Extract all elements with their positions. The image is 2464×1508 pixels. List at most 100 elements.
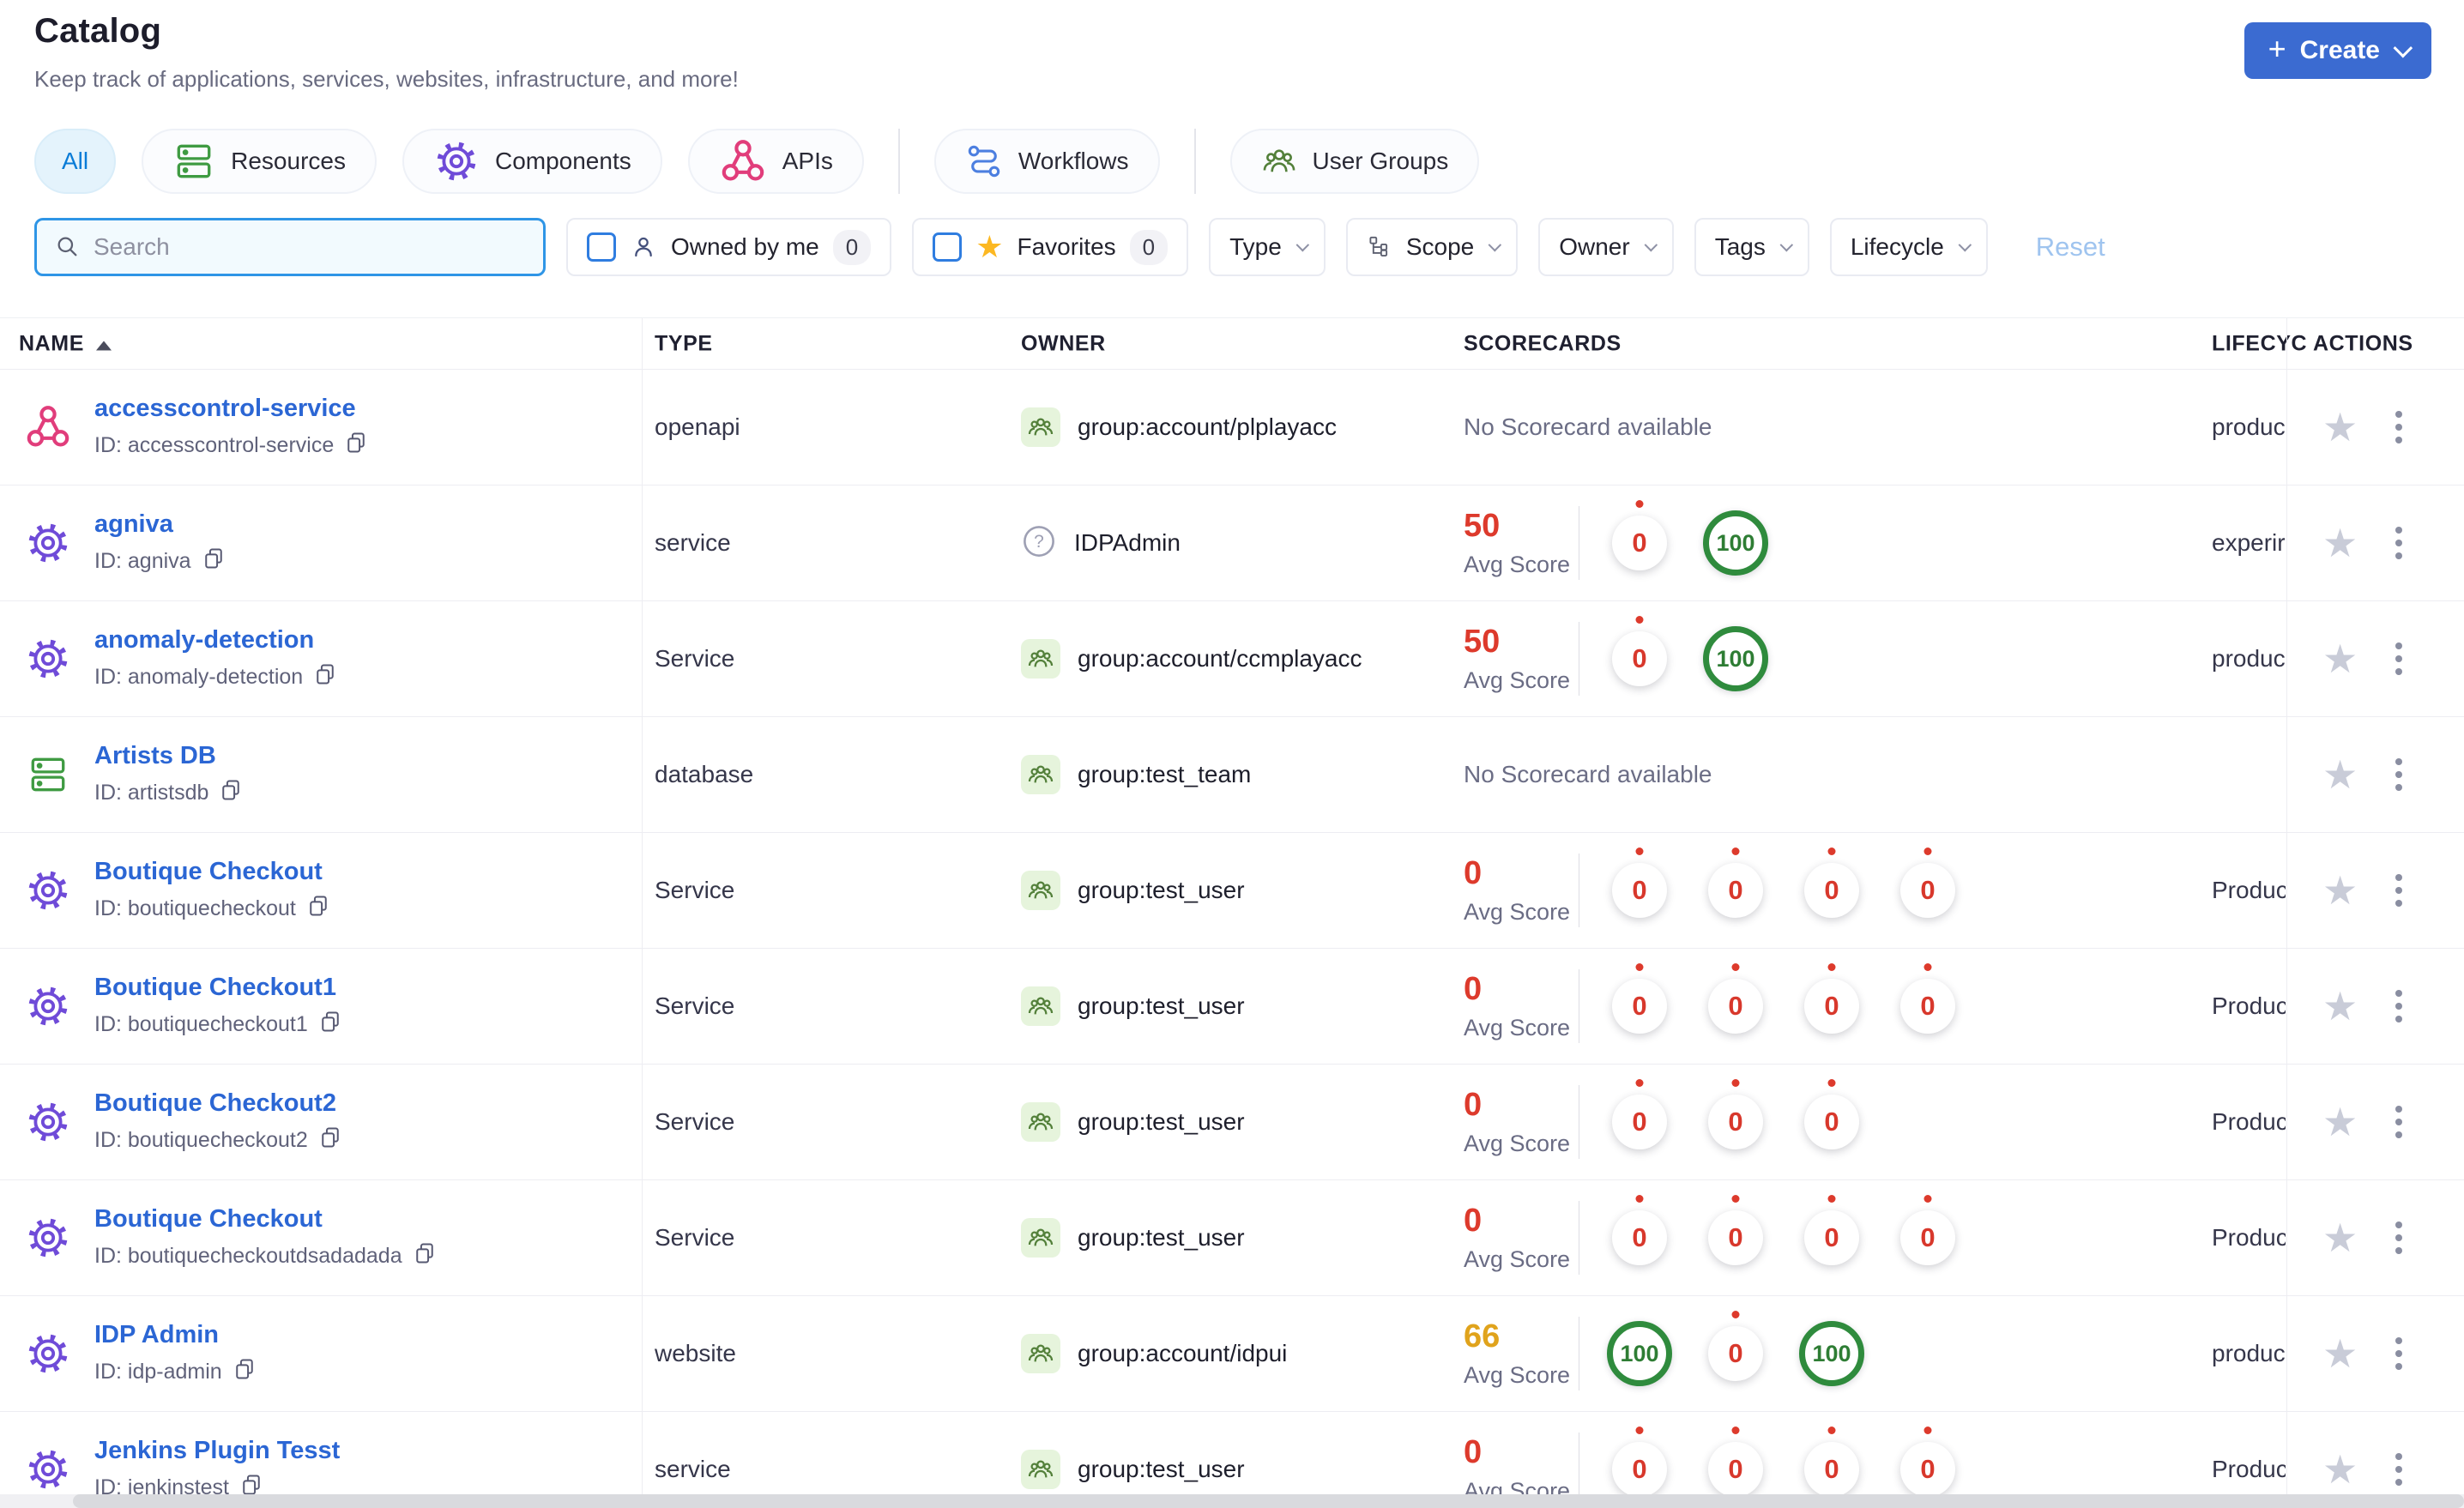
copy-icon[interactable] bbox=[318, 1125, 342, 1149]
entity-name-link[interactable]: Jenkins Plugin Tesst bbox=[94, 1437, 340, 1465]
tab-all[interactable]: All bbox=[34, 129, 117, 194]
copy-icon[interactable] bbox=[413, 1241, 437, 1265]
copy-icon[interactable] bbox=[344, 431, 368, 455]
copy-id-button[interactable] bbox=[202, 546, 226, 576]
column-header-owner[interactable]: OWNER bbox=[1021, 331, 1106, 356]
entity-name-link[interactable]: IDP Admin bbox=[94, 1321, 257, 1349]
scorecard-badge[interactable]: 0 bbox=[1784, 833, 1880, 949]
copy-id-button[interactable] bbox=[313, 662, 337, 692]
column-header-type[interactable]: TYPE bbox=[655, 331, 713, 356]
scorecard-badge[interactable]: 0 bbox=[1591, 486, 1688, 601]
scorecard-badge[interactable]: 0 bbox=[1784, 1180, 1880, 1296]
favorite-star-button[interactable]: ★ bbox=[2322, 1218, 2358, 1258]
favorite-star-button[interactable]: ★ bbox=[2322, 407, 2358, 447]
tab-components[interactable]: Components bbox=[402, 129, 662, 194]
create-button[interactable]: + Create bbox=[2244, 22, 2431, 79]
scorecard-badge[interactable]: 0 bbox=[1591, 1065, 1688, 1180]
copy-id-button[interactable] bbox=[413, 1241, 437, 1271]
favorite-star-button[interactable]: ★ bbox=[2322, 639, 2358, 679]
row-menu-button[interactable] bbox=[2390, 406, 2407, 449]
column-header-scorecards[interactable]: SCORECARDS bbox=[1464, 331, 1622, 356]
entity-type-icon bbox=[24, 1214, 72, 1262]
copy-icon[interactable] bbox=[202, 546, 226, 570]
row-menu-button[interactable] bbox=[2390, 637, 2407, 680]
favorite-star-button[interactable]: ★ bbox=[2322, 1450, 2358, 1489]
copy-icon[interactable] bbox=[318, 1010, 342, 1034]
row-menu-button[interactable] bbox=[2390, 1216, 2407, 1259]
owned-by-me-checkbox[interactable] bbox=[587, 232, 616, 262]
scorecard-badge[interactable]: 0 bbox=[1591, 601, 1688, 717]
avg-score-value: 50 bbox=[1464, 624, 1501, 660]
entity-name-link[interactable]: accesscontrol-service bbox=[94, 395, 368, 423]
scorecard-badge[interactable]: 0 bbox=[1880, 1180, 1976, 1296]
table-row: Artists DB ID: artistsdb database group:… bbox=[0, 717, 2464, 833]
entity-name-link[interactable]: anomaly-detection bbox=[94, 626, 337, 654]
scorecard-badge[interactable]: 0 bbox=[1784, 949, 1880, 1065]
favorite-star-button[interactable]: ★ bbox=[2322, 871, 2358, 910]
tab-user-groups[interactable]: User Groups bbox=[1229, 129, 1480, 194]
scorecard-badge[interactable]: 100 bbox=[1688, 486, 1784, 601]
copy-id-button[interactable] bbox=[344, 431, 368, 461]
copy-id-button[interactable] bbox=[306, 894, 330, 924]
tab-resources[interactable]: Resources bbox=[142, 129, 377, 194]
lifecycle-filter-dropdown[interactable]: Lifecycle bbox=[1829, 218, 1988, 276]
scope-filter-dropdown[interactable]: Scope bbox=[1345, 218, 1519, 276]
scorecard-badge[interactable]: 100 bbox=[1591, 1296, 1688, 1412]
row-menu-button[interactable] bbox=[2390, 985, 2407, 1028]
entity-name-link[interactable]: Boutique Checkout bbox=[94, 858, 330, 886]
scorecard-badge[interactable]: 100 bbox=[1688, 601, 1784, 717]
entity-name-link[interactable]: agniva bbox=[94, 510, 226, 539]
favorite-star-button[interactable]: ★ bbox=[2322, 1102, 2358, 1142]
copy-icon[interactable] bbox=[306, 894, 330, 918]
entity-name-link[interactable]: Boutique Checkout2 bbox=[94, 1089, 342, 1118]
copy-icon[interactable] bbox=[233, 1357, 257, 1381]
row-menu-button[interactable] bbox=[2390, 869, 2407, 912]
scorecard-dot-icon bbox=[1923, 962, 1932, 971]
copy-icon[interactable] bbox=[219, 778, 243, 802]
favorites-filter[interactable]: ★ Favorites 0 bbox=[912, 218, 1189, 276]
favorite-star-button[interactable]: ★ bbox=[2322, 1334, 2358, 1373]
copy-icon[interactable] bbox=[239, 1473, 263, 1497]
scorecard-badge[interactable]: 0 bbox=[1880, 833, 1976, 949]
owned-by-me-filter[interactable]: Owned by me 0 bbox=[566, 218, 892, 276]
entity-name-link[interactable]: Boutique Checkout1 bbox=[94, 974, 342, 1002]
tab-apis[interactable]: APIs bbox=[687, 129, 864, 194]
horizontal-scrollbar[interactable] bbox=[0, 1494, 2464, 1508]
reset-filters-link[interactable]: Reset bbox=[2036, 232, 2105, 262]
scorecard-badge[interactable]: 0 bbox=[1591, 1180, 1688, 1296]
owner-filter-dropdown[interactable]: Owner bbox=[1538, 218, 1674, 276]
favorite-star-button[interactable]: ★ bbox=[2322, 986, 2358, 1026]
scorecard-badge[interactable]: 0 bbox=[1880, 949, 1976, 1065]
scorecard-badge[interactable]: 0 bbox=[1688, 949, 1784, 1065]
favorite-star-button[interactable]: ★ bbox=[2322, 755, 2358, 794]
copy-id-button[interactable] bbox=[318, 1125, 342, 1155]
scorecard-badge[interactable]: 0 bbox=[1688, 833, 1784, 949]
tags-filter-dropdown[interactable]: Tags bbox=[1694, 218, 1809, 276]
scorecard-badge[interactable]: 100 bbox=[1784, 1296, 1880, 1412]
scorecard-badge[interactable]: 0 bbox=[1688, 1180, 1784, 1296]
row-menu-button[interactable] bbox=[2390, 1448, 2407, 1491]
entity-name-link[interactable]: Boutique Checkout bbox=[94, 1205, 437, 1234]
row-menu-button[interactable] bbox=[2390, 1332, 2407, 1375]
scorecard-badge[interactable]: 0 bbox=[1591, 949, 1688, 1065]
type-filter-dropdown[interactable]: Type bbox=[1209, 218, 1326, 276]
scorecard-badge[interactable]: 0 bbox=[1591, 833, 1688, 949]
scorecard-badge[interactable]: 0 bbox=[1688, 1065, 1784, 1180]
row-menu-button[interactable] bbox=[2390, 1101, 2407, 1143]
column-header-lifecycle[interactable]: LIFECYC bbox=[2212, 331, 2307, 356]
favorite-star-button[interactable]: ★ bbox=[2322, 523, 2358, 563]
copy-id-button[interactable] bbox=[219, 778, 243, 808]
search-input[interactable] bbox=[94, 233, 526, 261]
entity-name-link[interactable]: Artists DB bbox=[94, 742, 243, 770]
copy-id-button[interactable] bbox=[318, 1010, 342, 1040]
row-menu-button[interactable] bbox=[2390, 753, 2407, 796]
favorites-checkbox[interactable] bbox=[933, 232, 963, 262]
copy-icon[interactable] bbox=[313, 662, 337, 686]
copy-id-button[interactable] bbox=[233, 1357, 257, 1387]
scorecard-badge[interactable]: 0 bbox=[1784, 1065, 1880, 1180]
horizontal-scrollbar-thumb[interactable] bbox=[73, 1494, 2464, 1508]
scorecard-badge[interactable]: 0 bbox=[1688, 1296, 1784, 1412]
tab-workflows[interactable]: Workflows bbox=[933, 129, 1160, 194]
row-menu-button[interactable] bbox=[2390, 522, 2407, 564]
column-header-name[interactable]: NAME bbox=[19, 331, 112, 356]
